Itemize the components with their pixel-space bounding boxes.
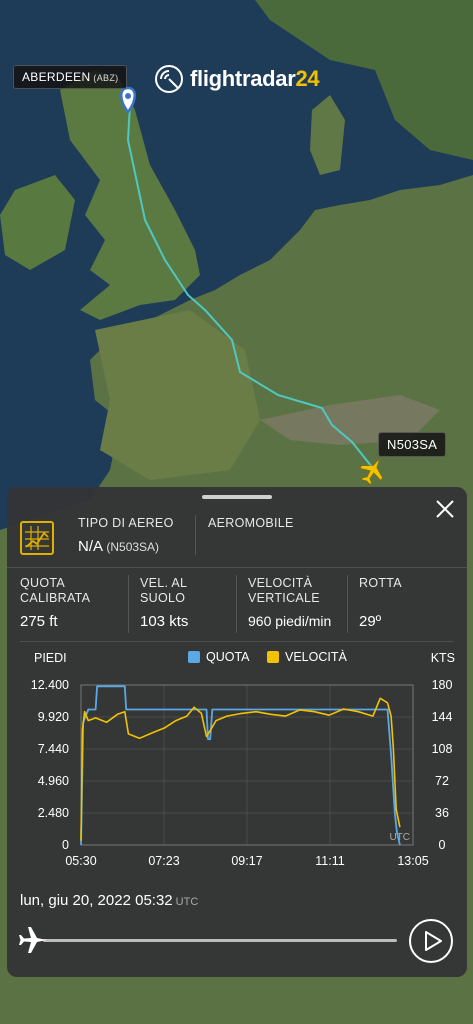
stat-label: VELOCITÀ VERTICALE <box>248 576 320 605</box>
aircraft-callsign-label[interactable]: N503SA <box>378 432 447 457</box>
aircraft-type-value: N/A (N503SA) <box>78 538 159 555</box>
divider <box>236 575 237 633</box>
right-tick-label: 144 <box>432 710 453 724</box>
right-tick-label: 180 <box>432 678 453 692</box>
right-tick-label: 108 <box>432 742 453 756</box>
origin-airport-label[interactable]: ABERDEEN (ABZ) <box>13 65 128 89</box>
close-icon[interactable] <box>433 497 457 521</box>
right-tick-label: 36 <box>435 806 449 820</box>
left-tick-label: 7.440 <box>38 742 69 756</box>
right-tick-label: 0 <box>439 838 446 852</box>
x-tick-label: 09:17 <box>231 854 262 868</box>
left-axis-title: PIEDI <box>34 651 67 665</box>
aircraft-type-label: TIPO DI AEREO <box>78 516 174 530</box>
left-tick-label: 0 <box>62 838 69 852</box>
series-line-speed <box>80 697 401 841</box>
divider <box>195 515 196 555</box>
right-tick-label: 72 <box>435 774 449 788</box>
origin-airport-code: (ABZ) <box>93 73 119 83</box>
legend-label-speed: VELOCITÀ <box>285 649 347 664</box>
brand-name: flightradar24 <box>190 66 320 92</box>
play-icon <box>425 931 442 951</box>
panel-drag-handle[interactable] <box>202 495 272 499</box>
chart-grid-icon <box>25 526 49 550</box>
aircraft-label: AEROMOBILE <box>208 516 294 530</box>
legend-swatch-altitude <box>188 651 200 663</box>
play-button[interactable] <box>409 919 453 963</box>
flight-info-panel: TIPO DI AEREO N/A (N503SA) AEROMOBILE QU… <box>7 487 467 977</box>
stat-label: QUOTA CALIBRATA <box>20 576 91 605</box>
flight-date: lun, giu 20, 2022 <box>20 892 131 909</box>
divider <box>347 575 348 633</box>
aircraft-type-text: N/A <box>78 538 103 555</box>
legend-label-altitude: QUOTA <box>206 650 250 664</box>
left-tick-label: 12.400 <box>31 678 69 692</box>
aircraft-callsign: N503SA <box>387 437 438 452</box>
left-tick-label: 4.960 <box>38 774 69 788</box>
x-tick-label: 05:30 <box>65 854 96 868</box>
stat-label: ROTTA <box>359 576 402 590</box>
x-tick-label: 11:11 <box>315 854 344 868</box>
aircraft-registration: (N503SA) <box>106 540 160 554</box>
x-tick-label: 13:05 <box>397 854 428 868</box>
flight-date-time: lun, giu 20, 2022 05:32 UTC <box>20 892 198 909</box>
left-tick-label: 9.920 <box>38 710 69 724</box>
divider <box>7 567 467 568</box>
aircraft-type-icon <box>20 521 54 555</box>
stat-label: VEL. AL SUOLO <box>140 576 187 605</box>
flight-timezone: UTC <box>175 896 199 908</box>
playback-slider-thumb-plane-icon[interactable] <box>15 922 51 958</box>
altitude-speed-chart[interactable]: PIEDI KTS QUOTA VELOCITÀ 12.400 180 9.920 144 7.… <box>7 645 467 875</box>
playback-slider-track[interactable] <box>43 939 397 942</box>
flight-time: 05:32 <box>135 892 173 909</box>
divider <box>128 575 129 633</box>
stat-value: 103 kts <box>140 613 189 630</box>
stat-value: 275 ft <box>20 613 58 630</box>
origin-airport-name: ABERDEEN <box>22 70 91 84</box>
flightradar24-logo: flightradar24 <box>154 62 320 96</box>
divider <box>20 641 454 642</box>
left-tick-label: 2.480 <box>38 806 69 820</box>
stat-value: 29º <box>359 613 382 630</box>
radar-logo-icon <box>155 65 183 93</box>
right-axis-title: KTS <box>431 651 455 665</box>
x-tick-label: 07:23 <box>148 854 179 868</box>
brand-name-part1: flightradar <box>190 66 296 91</box>
brand-name-part2: 24 <box>295 66 320 91</box>
stat-value: 960 piedi/min <box>248 613 332 629</box>
legend-swatch-speed <box>267 651 279 663</box>
